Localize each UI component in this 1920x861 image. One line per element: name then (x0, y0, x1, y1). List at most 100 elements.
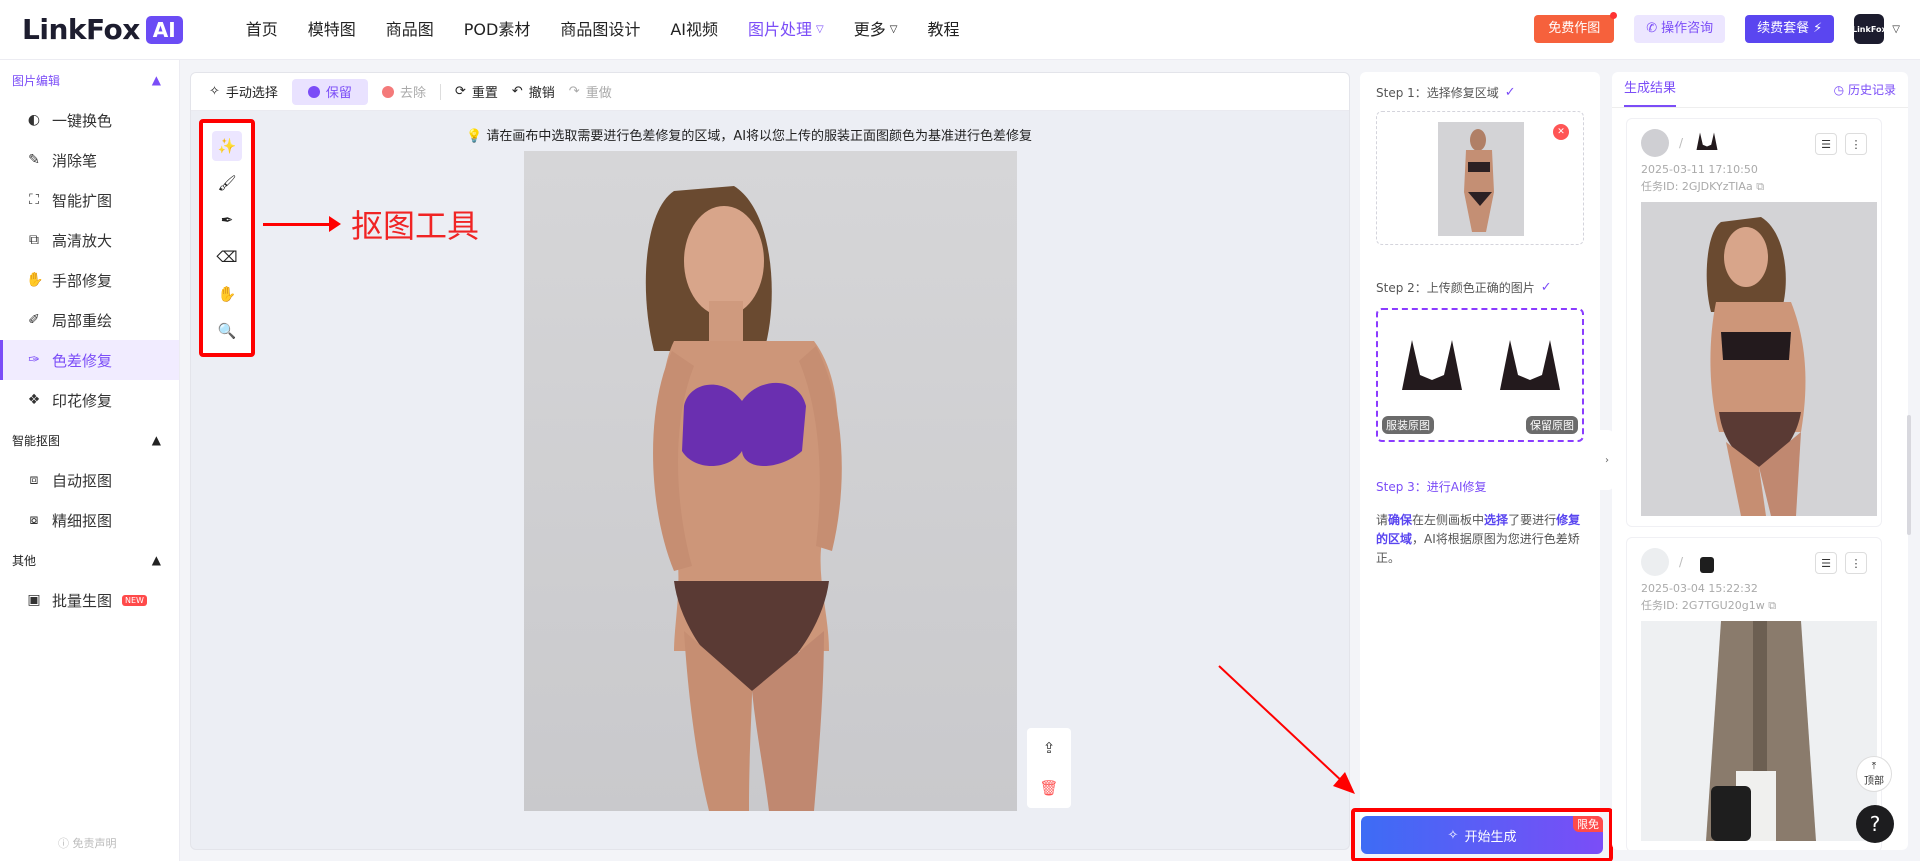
sidebar-item-print-repair[interactable]: ❖ 印花修复 (0, 380, 179, 420)
nav-tutorial[interactable]: 教程 (912, 0, 974, 60)
step2-upload-box[interactable]: 服装原图 保留原图 (1376, 308, 1584, 442)
nav-product-image[interactable]: 商品图 (371, 0, 449, 60)
more-vertical-icon: ⋮ (1850, 556, 1862, 570)
nav-model-image[interactable]: 模特图 (293, 0, 371, 60)
model-mini-thumb[interactable] (1641, 129, 1669, 157)
tb-label: 手动选择 (225, 86, 278, 101)
results-scrollbar[interactable] (1907, 415, 1911, 535)
sidebar-item-batch[interactable]: ▣ 批量生图 NEW (0, 580, 179, 620)
expand-icon: ⛶ (29, 192, 39, 208)
sliders-icon: ☰ (1821, 556, 1831, 570)
sidebar-group-other[interactable]: 其他 ▲ (0, 540, 179, 580)
sidebar-item-label: 局部重绘 (52, 311, 113, 330)
sidebar-item-auto-cutout[interactable]: ⧈ 自动抠图 (0, 460, 179, 500)
sidebar-item-color-fix[interactable]: ✑ 色差修复 (0, 340, 179, 380)
sidebar: 图片编辑 ▲ ◐ 一键换色 ✎ 消除笔 ⛶ 智能扩图 ⧉ 高清放大 ✋ 手部修复 ✐ 局部重… (0, 60, 180, 861)
free-drawing-button[interactable]: 免费作图 (1534, 12, 1618, 43)
delete-icon[interactable]: ✕ (1553, 124, 1569, 140)
more-options-button[interactable]: ⋮ (1845, 133, 1867, 155)
nav-label: 教程 (927, 19, 960, 39)
sidebar-item-fine-cutout[interactable]: ⧇ 精细抠图 (0, 500, 179, 540)
magic-wand-tool[interactable]: ✨ (212, 131, 242, 161)
upload-icon[interactable]: ⇪ (1043, 739, 1056, 757)
renew-label: 续费套餐 (1757, 21, 1810, 36)
more-options-button[interactable]: ⋮ (1845, 552, 1867, 574)
tb-label: 撤销 (528, 86, 555, 101)
manual-select-button[interactable]: ✧ 手动选择 (209, 82, 278, 101)
new-badge: NEW (122, 594, 147, 606)
sparkle-icon: ❖ (27, 392, 41, 408)
sidebar-item-label: 智能扩图 (52, 191, 113, 210)
fine-cutout-icon: ⧇ (29, 512, 39, 528)
sidebar-group-cutout[interactable]: 智能抠图 ▲ (0, 420, 179, 460)
tb-label: 去除 (399, 86, 426, 101)
nav-label: 更多 (853, 19, 886, 39)
reset-button[interactable]: ⟳ 重置 (455, 82, 498, 101)
history-link[interactable]: ◷ 历史记录 (1834, 81, 1896, 98)
sidebar-item-recolor[interactable]: ◐ 一键换色 (0, 100, 179, 140)
help-button[interactable]: ? (1856, 805, 1894, 843)
chevron-down-icon: ▽ (1892, 23, 1900, 35)
sidebar-item-inpaint[interactable]: ✐ 局部重绘 (0, 300, 179, 340)
sidebar-item-label: 消除笔 (52, 151, 98, 170)
results-header: 生成结果 ◷ 历史记录 (1612, 72, 1908, 108)
tab-results[interactable]: 生成结果 (1624, 73, 1677, 107)
brush-tool[interactable]: 🖌 (212, 168, 242, 198)
redo-button[interactable]: ↷ 重做 (569, 82, 612, 101)
logo[interactable]: LinkFox AI (22, 13, 183, 46)
pen-tool[interactable]: ✒ (212, 205, 242, 235)
settings-sliders-button[interactable]: ☰ (1815, 133, 1837, 155)
scroll-top-button[interactable]: ⤒ 顶部 (1856, 756, 1892, 792)
nav-home[interactable]: 首页 (231, 0, 293, 60)
sidebar-item-upscale[interactable]: ⧉ 高清放大 (0, 220, 179, 260)
generate-label: 开始生成 (1464, 829, 1517, 845)
copy-icon[interactable]: ⧉ (1756, 180, 1764, 193)
eraser-tool[interactable]: ⌫ (212, 242, 242, 272)
chevron-up-icon: ▲ (151, 433, 161, 447)
nav-product-design[interactable]: 商品图设计 (545, 0, 655, 60)
card-controls: ☰ ⋮ (1815, 552, 1867, 574)
sidebar-item-expand[interactable]: ⛶ 智能扩图 (0, 180, 179, 220)
sidebar-item-eraser[interactable]: ✎ 消除笔 (0, 140, 179, 180)
result-image[interactable] (1641, 621, 1877, 841)
nav-more[interactable]: 更多 ▽ (839, 0, 913, 60)
check-icon: ✓ (1540, 280, 1552, 295)
nav-ai-video[interactable]: AI视频 (655, 0, 733, 60)
generate-button[interactable]: ✧ 开始生成 限免 (1361, 816, 1603, 854)
remove-button[interactable]: 去除 (381, 82, 426, 101)
model-mini-thumb[interactable] (1641, 548, 1669, 576)
sidebar-item-label: 批量生图 (52, 591, 113, 610)
nav-image-processing[interactable]: 图片处理 ▽ (733, 0, 839, 60)
hand-tool[interactable]: ✋ (212, 279, 242, 309)
desc-highlight: 确保 (1388, 513, 1413, 527)
sidebar-item-label: 色差修复 (52, 351, 113, 370)
magnifier-icon: 🔍 (217, 322, 237, 340)
zoom-tool[interactable]: 🔍 (212, 316, 242, 346)
step1-upload-box[interactable]: ✕ (1376, 111, 1584, 245)
result-image[interactable] (1641, 202, 1877, 516)
brush-icon: 🖌 (217, 174, 237, 192)
copy-icon[interactable]: ⧉ (1768, 599, 1776, 612)
settings-sliders-button[interactable]: ☰ (1815, 552, 1837, 574)
undo-button[interactable]: ↶ 撤销 (512, 82, 555, 101)
trash-icon[interactable]: 🗑 (1039, 779, 1058, 797)
logo-badge: AI (145, 15, 183, 44)
sidebar-group-image-edit[interactable]: 图片编辑 ▲ (0, 60, 179, 100)
garment-mini-thumb[interactable] (1693, 129, 1722, 157)
consult-button[interactable]: ✆ 操作咨询 (1634, 15, 1726, 43)
nav-pod[interactable]: POD素材 (449, 0, 546, 60)
keep-button[interactable]: 保留 (291, 78, 368, 105)
step2-title: Step 2：上传颜色正确的图片 ✓ (1360, 245, 1600, 296)
garment-mini-thumb[interactable] (1693, 548, 1722, 576)
model-photo-canvas[interactable] (524, 151, 1017, 811)
tb-label: 重做 (585, 86, 612, 101)
brush-icon: ✐ (28, 312, 40, 328)
user-menu[interactable]: LinkFox ▽ (1852, 14, 1900, 44)
renew-package-button[interactable]: 续费套餐 ⚡ (1745, 15, 1835, 43)
result-card: / 2025-03-11 17:10:50 任务ID: 2GJDKYzTIAa … (1626, 118, 1882, 527)
sidebar-item-hand-repair[interactable]: ✋ 手部修复 (0, 260, 179, 300)
result-figure-man (1706, 621, 1816, 841)
keep-original-tag: 保留原图 (1526, 416, 1578, 434)
step1-label: Step 1：选择修复区域 (1376, 86, 1499, 100)
disclaimer-link[interactable]: ⓘ 免责声明 (58, 835, 117, 851)
